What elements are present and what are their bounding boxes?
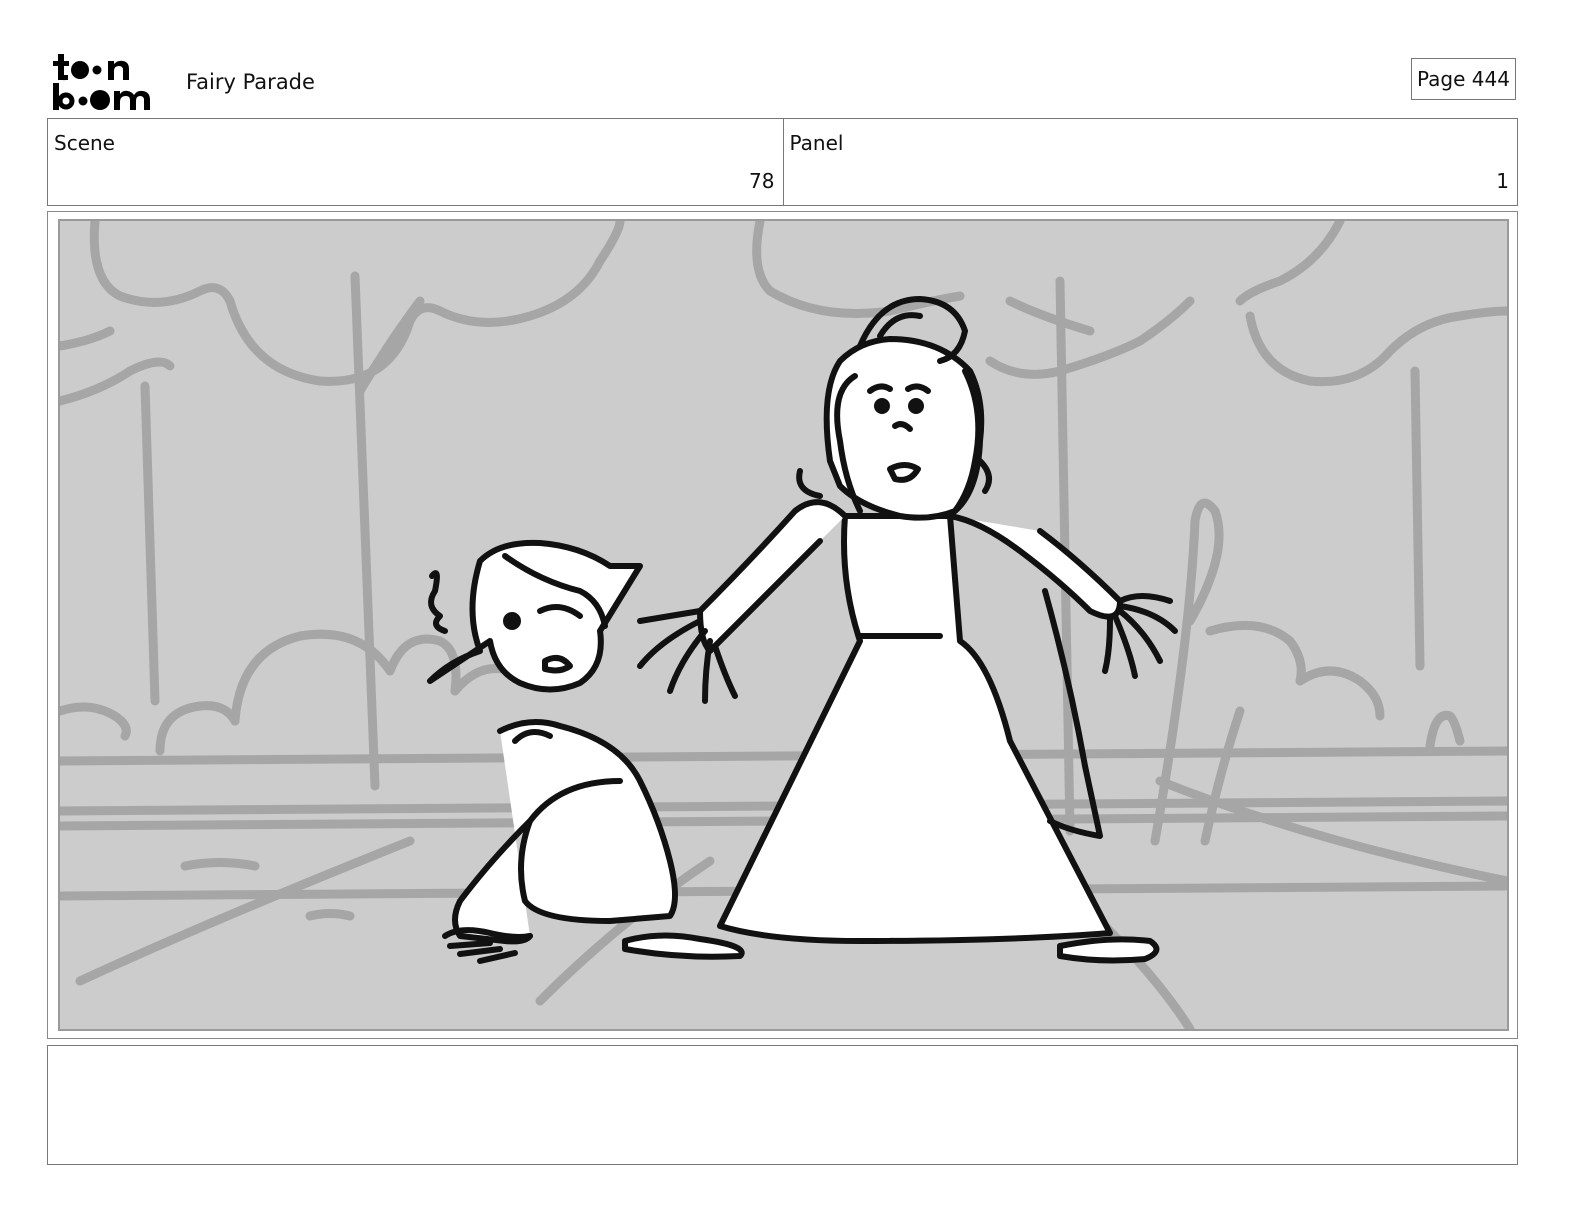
project-title: Fairy Parade <box>186 70 315 94</box>
scene-value: 78 <box>749 169 775 193</box>
panel-value: 1 <box>1496 169 1509 193</box>
toonboom-logo-icon <box>53 54 150 110</box>
scene-label: Scene <box>54 131 115 155</box>
scene-cell: Scene 78 <box>48 119 783 205</box>
panel-cell: Panel 1 <box>782 119 1518 205</box>
sketch-drawing <box>60 221 1507 1029</box>
notes-area <box>47 1045 1518 1165</box>
page-number: Page 444 <box>1411 58 1516 100</box>
scene-panel-info: Scene 78 Panel 1 <box>47 118 1518 206</box>
panel-label: Panel <box>789 131 844 155</box>
toonboom-logo <box>52 52 164 112</box>
storyboard-sketch <box>58 219 1509 1031</box>
